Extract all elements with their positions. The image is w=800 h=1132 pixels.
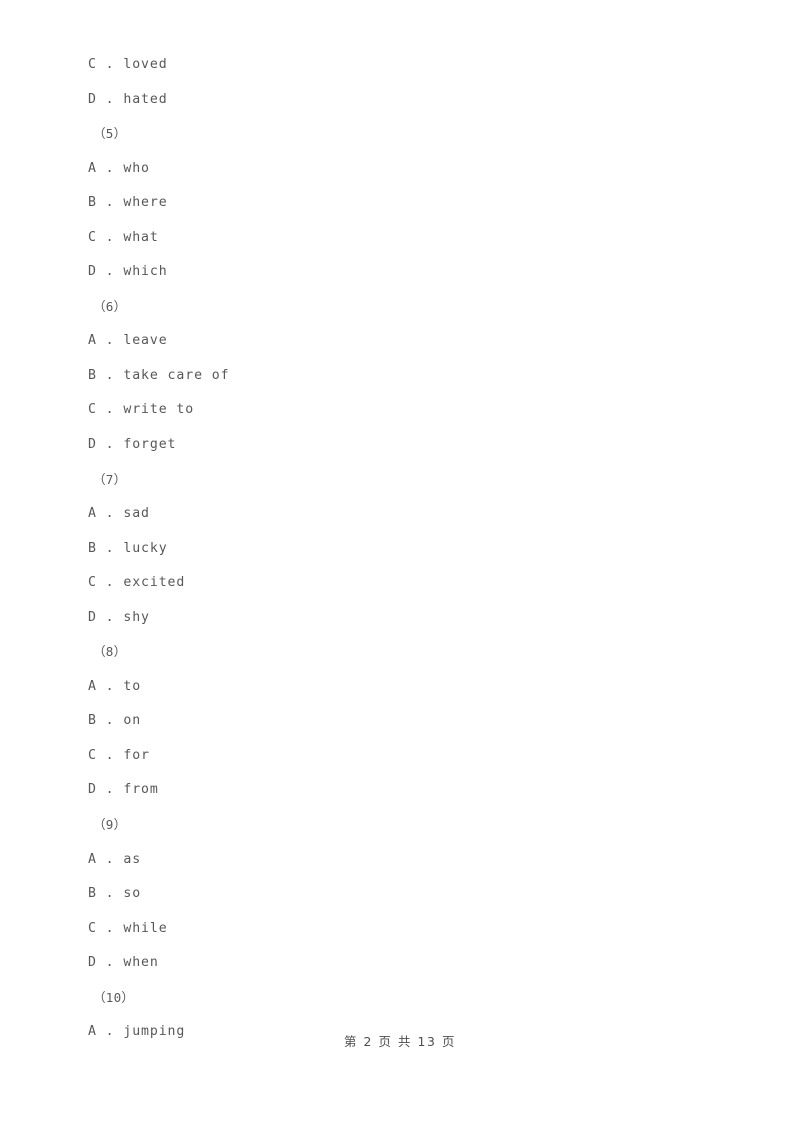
answer-option: A . who bbox=[88, 160, 150, 176]
answer-option: C . for bbox=[88, 747, 150, 763]
answer-option: B . lucky bbox=[88, 540, 168, 556]
answer-option: C . excited bbox=[88, 575, 186, 591]
answer-option: D . hated bbox=[88, 91, 168, 107]
document-page: C . loved D . hated （5） A . who B . where C .… bbox=[0, 0, 800, 1132]
answer-option: C . loved bbox=[88, 57, 168, 72]
question-number: （5） bbox=[93, 126, 127, 142]
answer-option: D . which bbox=[88, 264, 168, 280]
question-number: （8） bbox=[93, 644, 127, 660]
answer-option: D . forget bbox=[88, 437, 177, 453]
answer-option: C . write to bbox=[88, 402, 195, 418]
answer-option: D . from bbox=[88, 782, 159, 798]
answer-option: B . so bbox=[88, 886, 142, 902]
answer-option: A . sad bbox=[88, 506, 150, 522]
answer-option: A . leave bbox=[88, 333, 168, 349]
answer-option: B . take care of bbox=[88, 367, 230, 383]
answer-option: A . as bbox=[88, 851, 142, 867]
question-number: （9） bbox=[93, 817, 127, 833]
question-number: （7） bbox=[93, 471, 127, 487]
answer-option: A . to bbox=[88, 678, 142, 694]
answer-option: B . on bbox=[88, 713, 142, 729]
question-number: （10） bbox=[93, 989, 135, 1005]
page-body-text: C . loved D . hated （5） A . who B . where C .… bbox=[0, 0, 800, 1050]
answer-option: C . while bbox=[88, 920, 168, 936]
answer-option: B . where bbox=[88, 195, 168, 211]
answer-option: D . when bbox=[88, 955, 159, 971]
answer-option: D . shy bbox=[88, 609, 150, 625]
question-number: （6） bbox=[93, 298, 127, 314]
answer-option: C . what bbox=[88, 229, 159, 245]
page-footer: 第 2 页 共 13 页 bbox=[343, 1034, 457, 1049]
